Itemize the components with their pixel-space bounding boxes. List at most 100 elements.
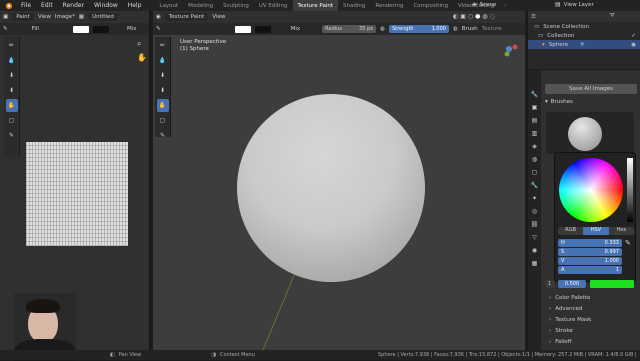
mask-tool-icon[interactable]: ▢ — [6, 114, 18, 127]
smear-tool-icon[interactable]: ⬇ — [6, 69, 18, 82]
value-slider[interactable] — [627, 158, 633, 222]
panel-texture-mask[interactable]: › Texture Mask — [541, 315, 640, 326]
panel-stroke[interactable]: › Stroke — [541, 326, 640, 337]
mode-dropdown[interactable]: Paint — [12, 13, 34, 21]
scene-name[interactable]: Scene — [480, 2, 497, 8]
status-context-menu: Context Menu — [219, 352, 255, 358]
saturation-field[interactable]: S 0.997 — [558, 248, 622, 256]
blender-logo-icon[interactable] — [3, 1, 13, 11]
texture-tab-icon[interactable]: ▦ — [529, 257, 541, 269]
color-picker-popup: RGB HSV Hex H 0.333 S 0.997 V 1.000 A1 ✎ — [554, 152, 636, 282]
status-bar: ◧ Pan View ◨ Context Menu Sphere | Verts… — [0, 350, 640, 360]
value-field[interactable]: V 1.000 — [558, 257, 622, 265]
object-tab-icon[interactable]: ▢ — [529, 166, 541, 178]
tab-compositing[interactable]: Compositing — [408, 0, 452, 11]
pan-hand-icon[interactable]: ✋ — [137, 53, 147, 62]
scene-icon: ◈ — [472, 1, 477, 8]
view-menu[interactable]: View — [38, 14, 51, 20]
uv-texture-grid — [26, 142, 128, 246]
brush-icon[interactable]: ✎ — [3, 26, 8, 32]
tab-rgb[interactable]: RGB — [558, 227, 583, 235]
world-tab-icon[interactable]: ◍ — [529, 153, 541, 165]
material-tab-icon[interactable]: ◉ — [529, 244, 541, 256]
outliner-row-sphere[interactable]: ▾ Sphere ▼ ◉ — [528, 40, 640, 49]
mouse-right-icon: ◨ — [211, 352, 216, 358]
palette-index-field[interactable]: 1 — [545, 280, 555, 288]
blend-mode[interactable]: Mix — [127, 26, 137, 32]
active-color-swatch[interactable] — [590, 280, 634, 288]
status-pan-view: Pan View — [118, 352, 142, 358]
color-wheel[interactable] — [559, 158, 623, 222]
save-all-images-button[interactable]: Save All Images — [545, 84, 637, 94]
outliner-filter-icon[interactable]: ⛛ — [610, 13, 615, 20]
sphere-object[interactable] — [237, 94, 425, 282]
menu-help[interactable]: Help — [123, 2, 147, 9]
panel-color-palette[interactable]: › Color Palette — [541, 293, 640, 304]
secondary-color-swatch[interactable] — [92, 25, 109, 33]
soften-tool-icon[interactable]: 💧 — [6, 54, 18, 67]
view-layer-name[interactable]: View Layer — [564, 2, 594, 8]
outliner-header: ☰ ⛛ — [528, 11, 640, 22]
fill-tool-icon[interactable]: ✋ — [5, 99, 18, 112]
image-name-field[interactable]: Untitled — [88, 13, 118, 21]
tab-rendering[interactable]: Rendering — [370, 0, 408, 11]
image-editor: ▣ Paint View Image* ▦ Untitled ✎ Fill Mi… — [0, 11, 151, 361]
annotate-tool-icon[interactable]: ✎ — [6, 129, 18, 142]
render-tab-icon[interactable]: ▣ — [529, 101, 541, 113]
menu-file[interactable]: File — [16, 2, 36, 9]
visibility-eye-icon[interactable]: ◉ — [631, 42, 636, 48]
tab-uv-editing[interactable]: UV Editing — [254, 0, 293, 11]
data-tab-icon[interactable]: ▽ — [529, 231, 541, 243]
brush-preview[interactable] — [546, 112, 634, 154]
physics-tab-icon[interactable]: ◎ — [529, 205, 541, 217]
collection-icon: ▭ — [534, 23, 540, 30]
eyedropper-icon[interactable]: ✎ — [625, 239, 631, 247]
mesh-icon: ▾ — [542, 41, 545, 48]
draw-tool-icon[interactable]: ✏ — [6, 39, 18, 52]
menu-render[interactable]: Render — [58, 2, 89, 9]
palette-value-field[interactable]: 0.500 — [558, 280, 586, 288]
zoom-icon[interactable]: ⌕ — [137, 39, 141, 49]
tool-settings-bar: ✎ Fill Mix — [0, 23, 149, 35]
clone-tool-icon[interactable]: ⬇ — [6, 84, 18, 97]
tab-texture-paint[interactable]: Texture Paint — [292, 0, 339, 11]
output-tab-icon[interactable]: ▤ — [529, 114, 541, 126]
chevron-down-icon: ▾ — [545, 99, 548, 105]
constraints-tab-icon[interactable]: ⛓ — [529, 218, 541, 230]
menu-edit[interactable]: Edit — [36, 2, 58, 9]
particles-tab-icon[interactable]: ✦ — [529, 192, 541, 204]
tab-layout[interactable]: Layout — [154, 0, 183, 11]
navigation-gizmo[interactable] — [499, 39, 519, 59]
editor-type-icon[interactable]: ▣ — [3, 14, 8, 20]
alpha-field[interactable]: A1 — [558, 266, 622, 274]
outliner-type-icon[interactable]: ☰ — [531, 14, 536, 20]
color-swatch[interactable] — [72, 25, 89, 33]
status-stats: Sphere | Verts:7,938 | Faces:7,936 | Tri… — [378, 352, 638, 358]
image-browse-icon[interactable]: ▦ — [79, 14, 84, 20]
outliner-row-scene-collection[interactable]: ▭ Scene Collection — [528, 22, 640, 31]
hue-field[interactable]: H 0.333 — [558, 239, 622, 247]
viewport-3d[interactable]: ◉ Texture Paint View ✎ Mix Radius 35 px ◍… — [153, 11, 525, 350]
outliner-row-collection[interactable]: ▭ Collection ✓ — [528, 31, 640, 40]
chevron-right-icon: › — [549, 295, 552, 301]
tab-modeling[interactable]: Modeling — [183, 0, 218, 11]
view-layer-tab-icon[interactable]: ▥ — [529, 127, 541, 139]
tab-hsv[interactable]: HSV — [583, 227, 609, 235]
tab-shading[interactable]: Shading — [338, 0, 370, 11]
brush-name[interactable]: Fill — [32, 26, 39, 32]
top-bar: File Edit Render Window Help Layout Mode… — [0, 0, 640, 11]
section-list: › Color Palette › Advanced › Texture Mask ›… — [541, 293, 640, 348]
panel-falloff[interactable]: › Falloff — [541, 337, 640, 348]
tab-scroll-right[interactable]: › — [499, 0, 511, 11]
menu-window[interactable]: Window — [89, 2, 123, 9]
panel-advanced[interactable]: › Advanced — [541, 304, 640, 315]
tool-tab-icon[interactable]: 🔧 — [529, 88, 541, 100]
modifier-tab-icon[interactable]: 🔧 — [529, 179, 541, 191]
image-menu[interactable]: Image* — [55, 14, 75, 20]
brushes-panel-header[interactable]: ▾ Brushes — [545, 99, 573, 105]
tab-sculpting[interactable]: Sculpting — [218, 0, 254, 11]
properties-editor: 🔧 ▣ ▤ ▥ ◈ ◍ ▢ 🔧 ✦ ◎ ⛓ ▽ ◉ ▦ Save All Ima… — [527, 70, 640, 350]
tab-hex[interactable]: Hex — [609, 227, 634, 235]
scene-tab-icon[interactable]: ◈ — [529, 140, 541, 152]
visibility-icon[interactable]: ✓ — [631, 33, 636, 39]
